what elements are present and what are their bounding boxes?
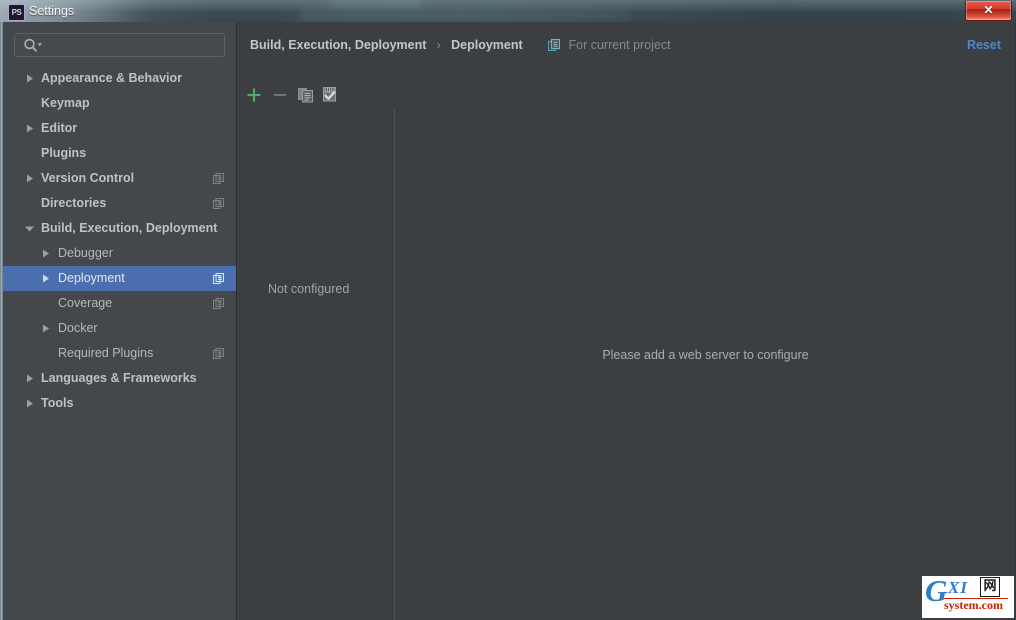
chevron-right-icon[interactable]: [23, 116, 37, 141]
chevron-right-icon[interactable]: [23, 66, 37, 91]
project-scope-icon: [213, 173, 224, 184]
breadcrumb-separator-icon: ›: [436, 38, 441, 52]
watermark-cjk-char: 网: [980, 577, 1000, 597]
detail-empty-message: Please add a web server to configure: [602, 348, 809, 362]
sidebar-item-keymap[interactable]: Keymap: [3, 91, 236, 116]
project-scope-icon: [213, 198, 224, 209]
search-input[interactable]: [47, 37, 217, 53]
sidebar-item-label: Keymap: [41, 96, 90, 110]
sidebar-item-label: Plugins: [41, 146, 87, 160]
close-button[interactable]: ✕: [965, 1, 1012, 21]
sidebar-item-debugger[interactable]: Debugger: [3, 241, 236, 266]
sidebar-item-label: Languages & Frameworks: [41, 371, 197, 385]
sidebar-item-required-plugins[interactable]: Required Plugins: [3, 341, 236, 366]
sidebar-item-version-control[interactable]: Version Control: [3, 166, 236, 191]
project-scope-icon: [213, 273, 224, 284]
chevron-right-icon[interactable]: [23, 391, 37, 416]
scope-note: For current project: [547, 36, 671, 54]
sidebar-item-build-execution-deployment[interactable]: Build, Execution, Deployment: [3, 216, 236, 241]
sidebar-item-deployment[interactable]: Deployment: [3, 266, 236, 291]
settings-sidebar: Appearance & Behavior Keymap Editor Plugins…: [3, 22, 237, 620]
breadcrumb-leaf: Deployment: [451, 38, 523, 52]
sidebar-item-directories[interactable]: Directories: [3, 191, 236, 216]
project-scope-icon: [213, 348, 224, 359]
chevron-right-icon[interactable]: [23, 366, 37, 391]
breadcrumb-root[interactable]: Build, Execution, Deployment: [250, 38, 426, 52]
chevron-right-icon[interactable]: [39, 241, 53, 266]
deployment-toolbar: [241, 82, 391, 108]
search-icon: [23, 38, 43, 53]
settings-tree: Appearance & Behavior Keymap Editor Plugins…: [3, 66, 236, 620]
sidebar-item-label: Directories: [41, 196, 107, 210]
add-server-button[interactable]: [241, 82, 267, 108]
window-title-bar[interactable]: PS Settings ✕: [0, 0, 1016, 22]
breadcrumb: Build, Execution, Deployment › Deploymen…: [250, 36, 671, 54]
sidebar-item-appearance-behavior[interactable]: Appearance & Behavior: [3, 66, 236, 91]
sidebar-item-label: Debugger: [58, 246, 113, 260]
sidebar-item-languages-frameworks[interactable]: Languages & Frameworks: [3, 366, 236, 391]
sidebar-item-editor[interactable]: Editor: [3, 116, 236, 141]
use-as-default-button[interactable]: [317, 82, 343, 108]
window-title: Settings: [29, 4, 75, 18]
chevron-down-icon[interactable]: [23, 216, 37, 241]
sidebar-item-coverage[interactable]: Coverage: [3, 291, 236, 316]
server-list-panel[interactable]: Not configured: [237, 108, 395, 620]
sidebar-item-label: Docker: [58, 321, 98, 335]
chevron-right-icon[interactable]: [23, 166, 37, 191]
project-scope-icon: [547, 38, 561, 52]
remove-server-button: [267, 82, 293, 108]
settings-content: Build, Execution, Deployment › Deploymen…: [237, 22, 1015, 620]
copy-server-button[interactable]: [293, 82, 319, 108]
scope-note-label: For current project: [568, 38, 671, 52]
server-list-empty-label: Not configured: [268, 282, 350, 296]
watermark-xi: XI: [948, 578, 968, 597]
sidebar-item-label: Appearance & Behavior: [41, 71, 183, 85]
sidebar-item-label: Tools: [41, 396, 74, 410]
sidebar-item-label: Build, Execution, Deployment: [41, 221, 218, 235]
sidebar-item-label: Coverage: [58, 296, 113, 310]
watermark-logo: G XI 网 system.com: [922, 576, 1014, 618]
settings-window: PS Settings ✕ Appearance & Behavior Keyma…: [0, 0, 1016, 620]
chevron-right-icon[interactable]: [39, 316, 53, 341]
app-icon: PS: [8, 4, 25, 21]
sidebar-item-label: Required Plugins: [58, 346, 154, 360]
title-bar-gloss: [0, 0, 1016, 11]
sidebar-item-label: Editor: [41, 121, 78, 135]
server-detail-panel: Please add a web server to configure: [396, 108, 1015, 620]
watermark-subtitle: system.com: [944, 598, 1003, 612]
window-body: Appearance & Behavior Keymap Editor Plugins…: [1, 21, 1015, 620]
chevron-right-icon[interactable]: [39, 266, 53, 291]
project-scope-icon: [213, 298, 224, 309]
sidebar-item-docker[interactable]: Docker: [3, 316, 236, 341]
sidebar-item-plugins[interactable]: Plugins: [3, 141, 236, 166]
sidebar-item-label: Deployment: [58, 271, 125, 285]
sidebar-item-label: Version Control: [41, 171, 135, 185]
search-field[interactable]: [14, 33, 225, 57]
reset-link[interactable]: Reset: [967, 36, 1001, 54]
sidebar-item-tools[interactable]: Tools: [3, 391, 236, 416]
